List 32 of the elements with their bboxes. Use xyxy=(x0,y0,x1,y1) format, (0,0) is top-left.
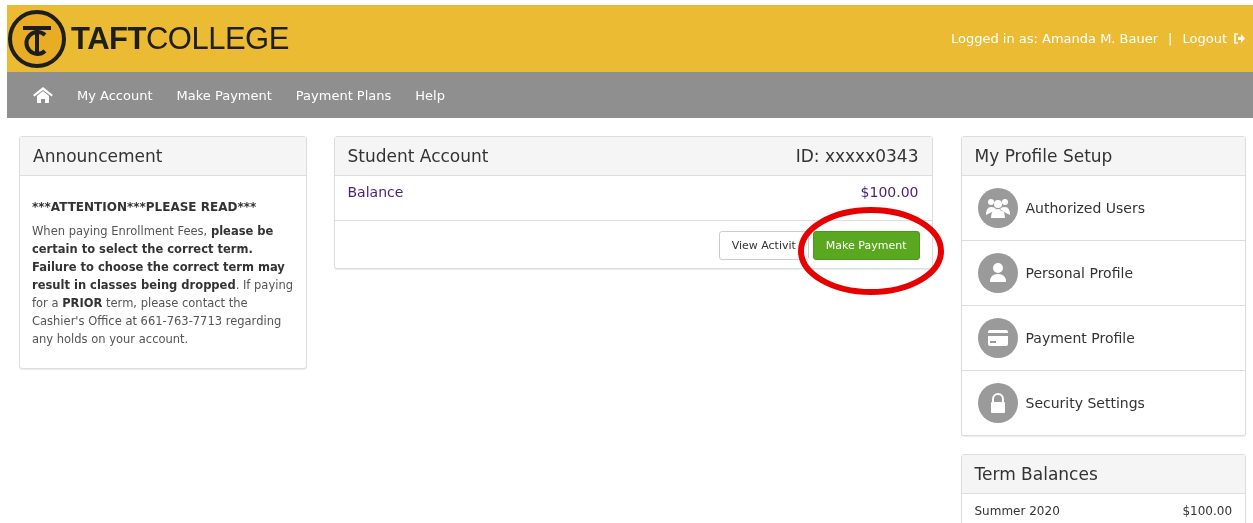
nav-link[interactable]: My Account xyxy=(77,87,153,103)
nav-link[interactable]: Help xyxy=(415,87,445,103)
logout-link[interactable]: Logout xyxy=(1182,31,1245,46)
profile-link[interactable]: Personal Profile xyxy=(1025,265,1133,281)
profile-link[interactable]: Payment Profile xyxy=(1025,330,1135,346)
panel-title: Announcement xyxy=(33,146,163,166)
make-payment-button[interactable]: Make Payment xyxy=(812,231,920,260)
users-icon xyxy=(977,188,1018,228)
panel-title: Term Balances xyxy=(974,464,1098,484)
term-amount: $100.00 xyxy=(1182,504,1232,518)
panel-title: My Profile Setup xyxy=(974,146,1113,166)
term-name: Summer 2020 xyxy=(974,504,1060,518)
nav-link[interactable]: Payment Plans xyxy=(295,87,392,103)
logged-in-text: Logged in as: Amanda M. Bauer xyxy=(950,31,1159,46)
logo-icon xyxy=(7,8,67,69)
panel-title: Student Account xyxy=(347,146,489,166)
announcement-heading: ***ATTENTION***PLEASE READ*** xyxy=(32,199,258,216)
view-activity-button[interactable]: View Activit xyxy=(718,231,809,260)
profile-link[interactable]: Security Settings xyxy=(1025,395,1145,411)
lock-icon xyxy=(977,383,1018,423)
person-icon xyxy=(977,253,1018,293)
home-icon[interactable] xyxy=(33,87,53,103)
announcement-text: When paying Enrollment Fees, please be certain to select the correct term. Failure to choose the correct term may result in classes being dropped. If paying for a PRIOR term, please contact the Cashier's Office at 661-763-7713 regarding any holds on your account. xyxy=(32,223,294,348)
nav-link[interactable]: Make Payment xyxy=(176,87,272,103)
credit-card-icon xyxy=(977,318,1018,358)
logo-text: TAFTCOLLEGE xyxy=(71,20,289,57)
student-id: ID: xxxxx0343 xyxy=(795,146,919,166)
balance-label: Balance xyxy=(347,184,404,200)
profile-link[interactable]: Authorized Users xyxy=(1025,200,1146,216)
separator: | xyxy=(1168,31,1173,46)
logout-icon xyxy=(1233,33,1245,44)
balance-amount: $100.00 xyxy=(860,184,919,200)
